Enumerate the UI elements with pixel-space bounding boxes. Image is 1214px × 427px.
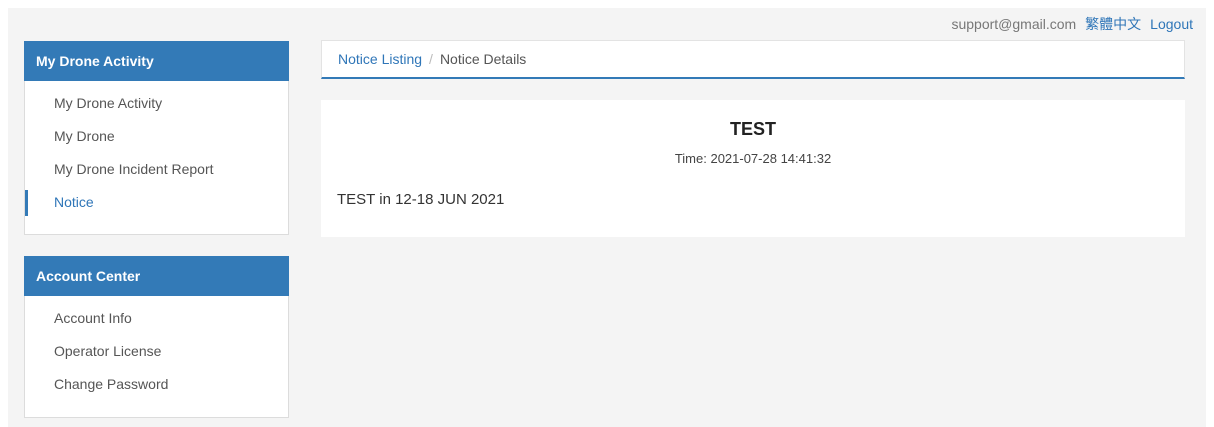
- breadcrumb-separator: /: [429, 51, 433, 67]
- user-email: support@gmail.com: [951, 16, 1077, 32]
- sidebar-item-operator-license[interactable]: Operator License: [25, 335, 288, 368]
- language-link[interactable]: 繁體中文: [1085, 15, 1141, 33]
- account-center-menu: Account Info Operator License Change Pas…: [25, 296, 288, 405]
- sidebar-item-change-password[interactable]: Change Password: [25, 368, 288, 401]
- breadcrumb-notice-listing[interactable]: Notice Listing: [338, 51, 422, 67]
- breadcrumb: Notice Listing / Notice Details: [321, 40, 1185, 79]
- notice-title: TEST: [729, 119, 776, 139]
- notice-body: TEST in 12-18 JUN 2021: [337, 191, 505, 208]
- page-background: support@gmail.com 繁體中文 Logout My Drone A…: [8, 8, 1206, 427]
- logout-link[interactable]: Logout: [1150, 15, 1193, 33]
- account-center-panel: Account Center Account Info Operator Lic…: [24, 256, 289, 418]
- top-bar: support@gmail.com 繁體中文 Logout: [951, 15, 1193, 33]
- breadcrumb-current: Notice Details: [439, 51, 527, 67]
- notice-card: TEST Time: 2021-07-28 14:41:32 TEST in 1…: [321, 100, 1185, 237]
- drone-activity-menu: My Drone Activity My Drone My Drone Inci…: [25, 81, 288, 223]
- sidebar-item-incident-report[interactable]: My Drone Incident Report: [25, 153, 288, 186]
- drone-activity-panel-title: My Drone Activity: [24, 41, 289, 81]
- sidebar-item-my-drone[interactable]: My Drone: [25, 120, 288, 153]
- sidebar-item-notice[interactable]: Notice: [25, 186, 288, 219]
- sidebar-item-account-info[interactable]: Account Info: [25, 302, 288, 335]
- notice-time: Time: 2021-07-28 14:41:32: [674, 151, 832, 166]
- sidebar-item-my-drone-activity[interactable]: My Drone Activity: [25, 87, 288, 120]
- account-center-panel-title: Account Center: [24, 256, 289, 296]
- drone-activity-panel: My Drone Activity My Drone Activity My D…: [24, 41, 289, 235]
